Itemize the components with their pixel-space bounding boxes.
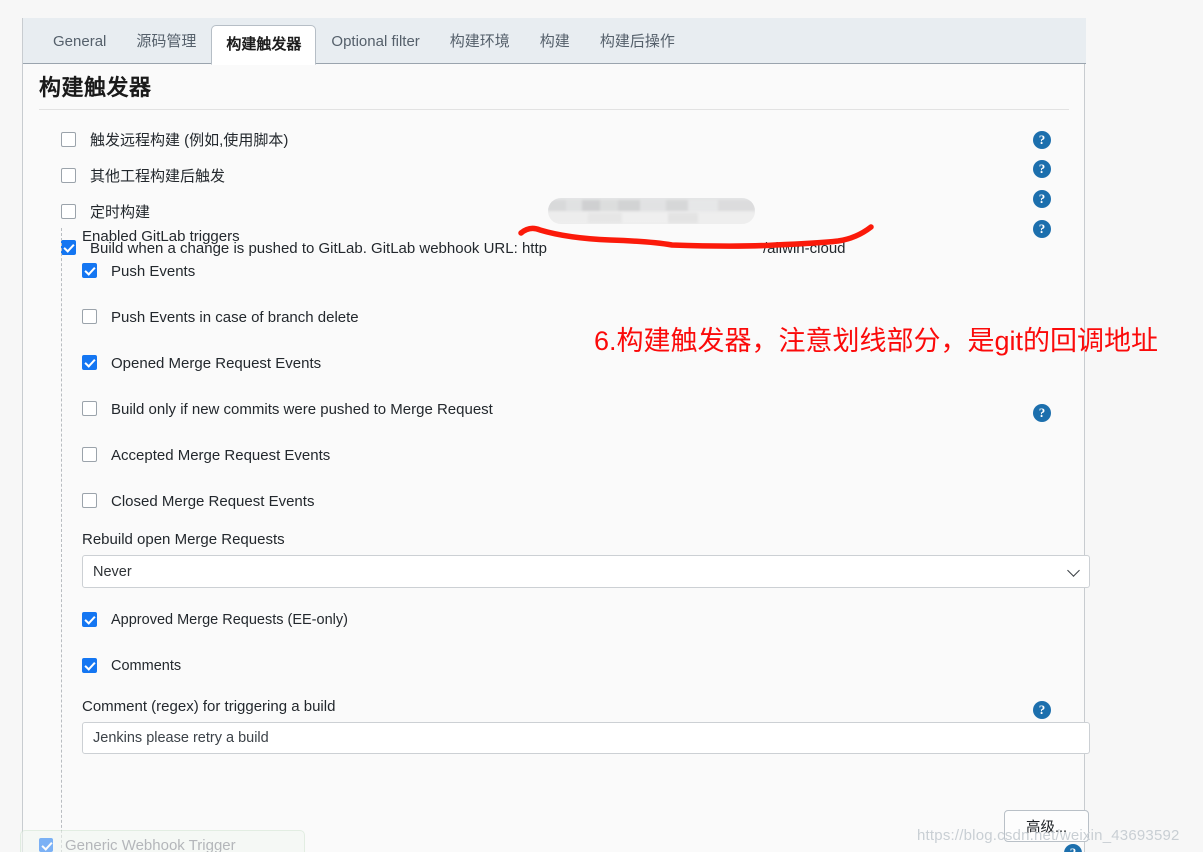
generic-webhook-trigger-row[interactable]: Generic Webhook Trigger (20, 830, 305, 852)
checkbox-opened-merge-request[interactable] (82, 355, 97, 370)
event-row-new-commits-only[interactable]: Build only if new commits were pushed to… (82, 401, 1071, 423)
label-after-other-projects: 其他工程构建后触发 (90, 168, 226, 185)
annotation-note: 6.构建触发器，注意划线部分，是git的回调地址 (594, 326, 1159, 356)
help-icon-merge-request-options[interactable]: ? (1033, 404, 1051, 422)
label-opened-merge-request: Opened Merge Request Events (111, 355, 322, 372)
section-header: 构建触发器 (39, 70, 1069, 110)
checkbox-push-events-branch-delete[interactable] (82, 309, 97, 324)
label-scheduled-build: 定时构建 (90, 204, 151, 221)
label-remote-trigger: 触发远程构建 (例如,使用脚本) (90, 132, 289, 149)
screenshot-root: General 源码管理 构建触发器 Optional filter 构建环境 构建 构建后… (0, 0, 1203, 852)
label-generic-webhook-trigger: Generic Webhook Trigger (65, 836, 236, 852)
event-row-push[interactable]: Push Events (82, 263, 1071, 285)
tab-1[interactable]: 源码管理 (121, 18, 211, 64)
label-accepted-merge-request: Accepted Merge Request Events (111, 447, 331, 464)
help-icon-scheduled-build[interactable]: ? (1033, 190, 1051, 208)
tab-list: General 源码管理 构建触发器 Optional filter 构建环境 构建 构建后… (38, 18, 690, 65)
redacted-url-mask (548, 198, 755, 224)
select-rebuild-open-merge-requests[interactable]: Never (82, 555, 1090, 588)
tab-4[interactable]: 构建环境 (435, 18, 525, 64)
label-approved-merge-requests: Approved Merge Requests (EE-only) (111, 612, 348, 628)
checkbox-build-only-new-commits[interactable] (82, 401, 97, 416)
checkbox-accepted-merge-request[interactable] (82, 447, 97, 462)
event-row-closed-mr[interactable]: Closed Merge Request Events (82, 493, 1071, 515)
tab-5[interactable]: 构建 (525, 18, 585, 64)
tab-0[interactable]: General (38, 18, 121, 64)
checkbox-push-events[interactable] (82, 263, 97, 278)
tab-3[interactable]: Optional filter (316, 18, 434, 64)
checkbox-after-other-projects[interactable] (61, 168, 76, 183)
select-rebuild-value: Never (93, 563, 132, 580)
help-icon-after-other-projects[interactable]: ? (1033, 160, 1051, 178)
help-icon-gitlab-push[interactable]: ? (1033, 220, 1051, 238)
enabled-triggers-heading: Enabled GitLab triggers (82, 228, 240, 245)
label-rebuild-open-merge-requests: Rebuild open Merge Requests (82, 531, 285, 548)
input-comment-regex[interactable]: Jenkins please retry a build (82, 722, 1090, 754)
input-comment-regex-value: Jenkins please retry a build (93, 730, 269, 746)
chevron-down-icon (1067, 563, 1080, 577)
checkbox-remote-trigger[interactable] (61, 132, 76, 147)
label-comment-regex: Comment (regex) for triggering a build (82, 698, 336, 715)
job-config-panel: General 源码管理 构建触发器 Optional filter 构建环境 构建 构建后… (22, 18, 1090, 852)
comment-regex-field: Comment (regex) for triggering a build J… (82, 698, 1090, 754)
help-icon-generic-webhook[interactable]: ? (1064, 844, 1082, 852)
label-closed-merge-request: Closed Merge Request Events (111, 493, 315, 510)
label-build-only-new-commits: Build only if new commits were pushed to… (111, 401, 493, 418)
header-divider (39, 109, 1069, 110)
label-push-events: Push Events (111, 263, 196, 280)
tab-6[interactable]: 构建后操作 (585, 18, 690, 64)
checkbox-approved-merge-requests[interactable] (82, 612, 97, 627)
event-row-comments[interactable]: Comments (82, 658, 1071, 680)
checkbox-generic-webhook-trigger[interactable] (39, 838, 53, 852)
trigger-row-after-other-projects[interactable]: 其他工程构建后触发 (61, 168, 1071, 190)
rebuild-open-mr-field: Rebuild open Merge Requests Never (82, 531, 1090, 588)
config-tab-bar: General 源码管理 构建触发器 Optional filter 构建环境 构建 构建后… (23, 18, 1086, 65)
watermark: https://blog.csdn.net/weixin_43693592 (917, 827, 1180, 844)
checkbox-scheduled-build[interactable] (61, 204, 76, 219)
checkbox-comments[interactable] (82, 658, 97, 673)
tab-2[interactable]: 构建触发器 (211, 25, 317, 65)
page-title: 构建触发器 (39, 75, 152, 100)
label-push-events-branch-delete: Push Events in case of branch delete (111, 309, 359, 326)
checkbox-closed-merge-request[interactable] (82, 493, 97, 508)
help-icon-remote-trigger[interactable]: ? (1033, 131, 1051, 149)
event-row-accepted-mr[interactable]: Accepted Merge Request Events (82, 447, 1071, 469)
trigger-row-remote[interactable]: 触发远程构建 (例如,使用脚本) (61, 132, 1071, 154)
label-comments: Comments (111, 658, 182, 674)
event-row-approved-mr[interactable]: Approved Merge Requests (EE-only) (82, 612, 1071, 634)
help-icon-comment-regex[interactable]: ? (1033, 701, 1051, 719)
